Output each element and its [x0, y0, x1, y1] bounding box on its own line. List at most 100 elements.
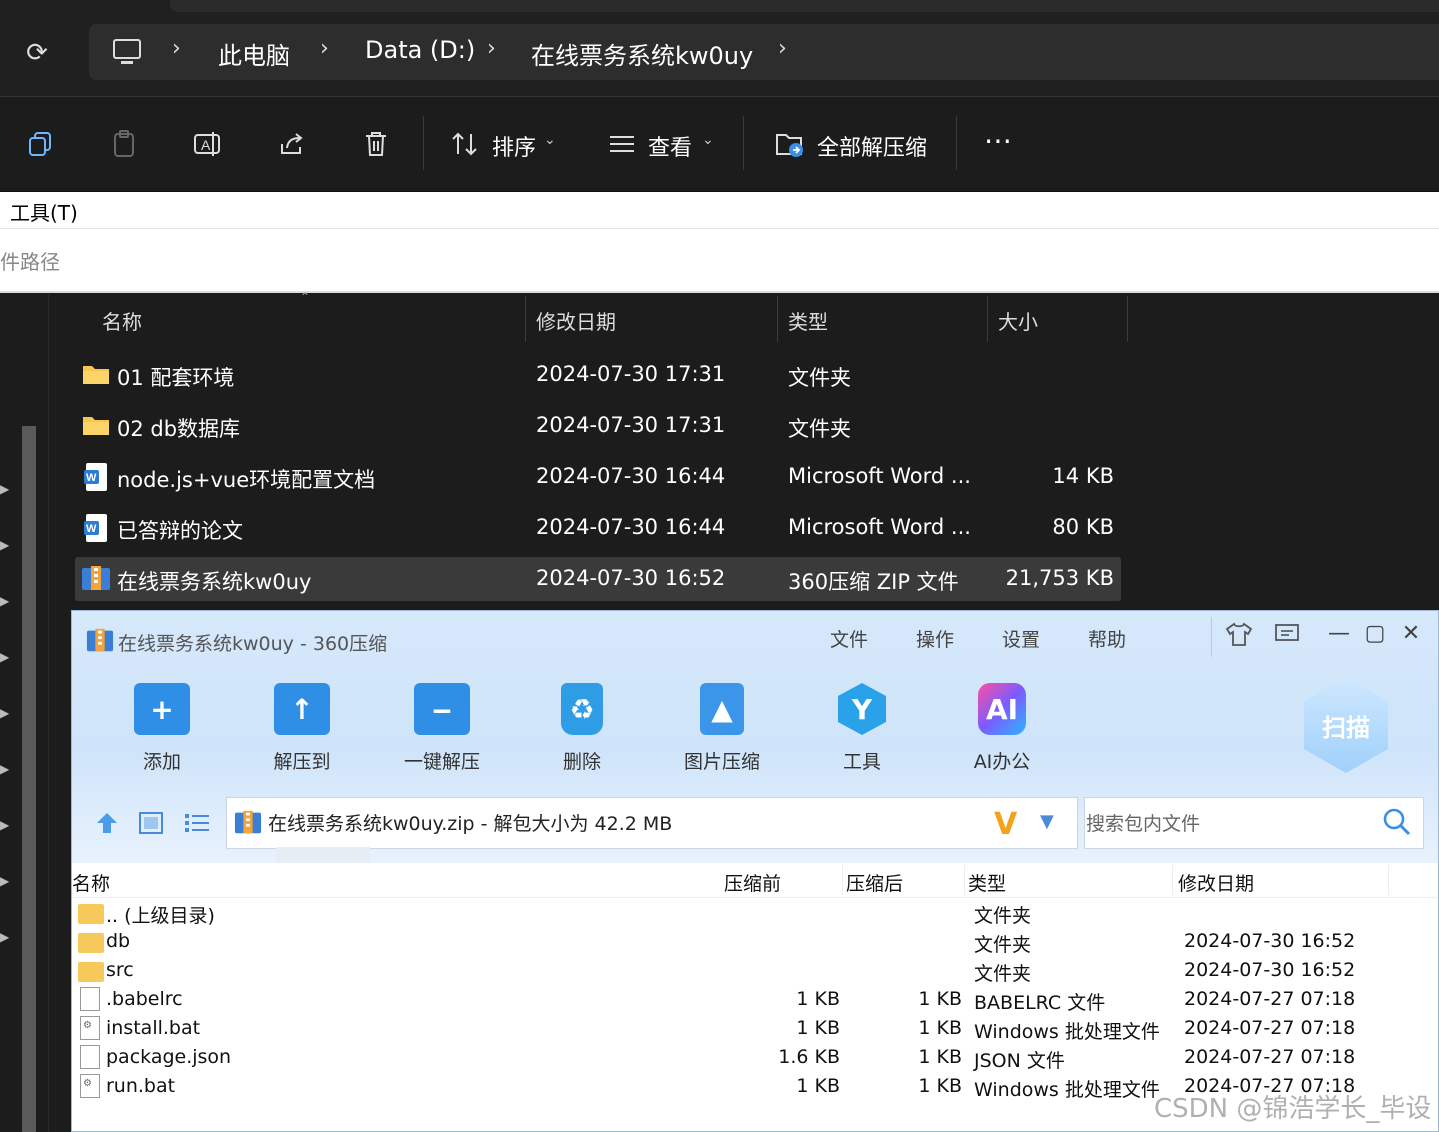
expand-arrow-icon[interactable]: ▶ [0, 930, 9, 944]
zip-menu-settings[interactable]: 设置 [1002, 625, 1040, 652]
file-name[interactable]: node.js+vue环境配置文档 [117, 464, 375, 494]
sort-icon[interactable] [447, 126, 483, 162]
zip-search-placeholder: 搜索包内文件 [1086, 813, 1201, 835]
column-header-type[interactable]: 类型 [788, 306, 828, 335]
zip-col-separator[interactable] [1172, 865, 1173, 895]
column-header-size[interactable]: 大小 [998, 306, 1038, 335]
search-icon[interactable] [1382, 807, 1412, 841]
paste-icon[interactable] [106, 126, 142, 162]
expand-arrow-icon[interactable]: ▶ [0, 818, 9, 832]
expand-arrow-icon[interactable]: ▶ [0, 538, 9, 552]
delete-button[interactable]: ♻ 删除 [527, 683, 637, 774]
toolbar-separator [956, 116, 957, 170]
chevron-right-icon[interactable]: › [778, 36, 787, 61]
breadcrumb-folder[interactable]: 在线票务系统kw0uy [531, 36, 753, 71]
breadcrumb-drive[interactable]: Data (D:) [365, 36, 475, 64]
zip-col-before[interactable]: 压缩前 [724, 869, 781, 896]
zip-menu-operation[interactable]: 操作 [916, 625, 954, 652]
folder-icon [78, 962, 104, 982]
menu-bar [0, 192, 1439, 229]
address-bar[interactable] [89, 24, 1439, 80]
image-compress-button[interactable]: ▲ 图片压缩 [667, 683, 777, 774]
zip-row-name[interactable]: run.bat [106, 1075, 175, 1097]
more-options-icon[interactable]: ⋯ [984, 124, 1012, 157]
column-separator[interactable] [1127, 296, 1128, 342]
zip-row-name[interactable]: .. (上级目录) [106, 901, 215, 928]
zip-col-separator[interactable] [842, 865, 843, 895]
sort-button[interactable]: 排序 [492, 130, 536, 162]
zip-row-date: 2024-07-27 07:18 [1184, 1046, 1356, 1068]
minimize-icon[interactable]: — [1322, 621, 1356, 646]
delete-label: 删除 [562, 751, 601, 773]
zip-row-name[interactable]: install.bat [106, 1017, 200, 1039]
file-type: 文件夹 [788, 366, 851, 390]
expand-arrow-icon[interactable]: ▶ [0, 482, 9, 496]
zip-menu-help[interactable]: 帮助 [1088, 625, 1126, 652]
extract-all-icon[interactable] [772, 126, 808, 162]
maximize-icon[interactable]: ▢ [1358, 621, 1392, 646]
expand-arrow-icon[interactable]: ▶ [0, 650, 9, 664]
up-level-icon[interactable] [94, 811, 120, 839]
extract-all-button[interactable]: 全部解压缩 [817, 130, 927, 162]
zip-col-separator[interactable] [964, 865, 965, 895]
file-name[interactable]: 在线票务系统kw0uy [117, 566, 311, 596]
zip-col-name[interactable]: 名称 [72, 869, 110, 896]
file-date: 2024-07-30 17:31 [536, 413, 726, 437]
refresh-icon[interactable]: ⟳ [18, 34, 56, 72]
column-separator[interactable] [987, 296, 988, 342]
copy-icon[interactable] [22, 126, 58, 162]
file-name[interactable]: 01 配套环境 [117, 362, 234, 392]
extract-to-button[interactable]: ↑ 解压到 [247, 683, 357, 774]
delete-icon[interactable] [358, 126, 394, 162]
folder-icon [78, 933, 104, 953]
add-button[interactable]: + 添加 [107, 683, 217, 774]
expand-arrow-icon[interactable]: ▶ [0, 706, 9, 720]
list-view-icon[interactable] [184, 812, 210, 838]
breadcrumb-this-pc[interactable]: 此电脑 [218, 36, 290, 71]
zip-col-after[interactable]: 压缩后 [846, 869, 903, 896]
zip-col-type[interactable]: 类型 [968, 869, 1006, 896]
share-icon[interactable] [274, 126, 310, 162]
tools-button[interactable]: Y 工具 [807, 683, 917, 774]
navigation-scrollbar[interactable] [22, 426, 36, 1132]
ai-office-button[interactable]: AI AI办公 [947, 683, 1057, 774]
zip-row-before: 1 KB [796, 988, 840, 1010]
vip-icon[interactable]: V [994, 807, 1017, 842]
thumbnail-view-icon[interactable] [139, 812, 163, 838]
expand-arrow-icon[interactable]: ▶ [0, 594, 9, 608]
one-click-extract-button[interactable]: ‒ 一键解压 [387, 683, 497, 774]
zip-col-separator[interactable] [1388, 865, 1389, 895]
file-name[interactable]: 已答辩的论文 [117, 515, 243, 545]
zip-row-type: JSON 文件 [974, 1050, 1065, 1072]
column-separator[interactable] [525, 296, 526, 342]
rename-icon[interactable]: A [190, 126, 226, 162]
zip-row-before: 1 KB [796, 1017, 840, 1039]
chevron-down-icon[interactable]: ⌄ [702, 132, 714, 148]
dropdown-arrow-icon[interactable]: ▼ [1040, 811, 1054, 832]
menu-tools[interactable]: 工具(T) [10, 197, 78, 226]
expand-arrow-icon[interactable]: ▶ [0, 874, 9, 888]
computer-icon[interactable] [112, 38, 142, 70]
word-doc-icon: W [83, 462, 109, 496]
path-placeholder: 件路径 [0, 250, 60, 274]
column-header-date[interactable]: 修改日期 [536, 306, 616, 335]
column-separator[interactable] [777, 296, 778, 342]
zip-menu-file[interactable]: 文件 [830, 625, 868, 652]
zip-col-date[interactable]: 修改日期 [1178, 869, 1254, 896]
chevron-down-icon[interactable]: ⌄ [544, 132, 556, 148]
path-input[interactable] [0, 229, 1439, 293]
zip-row[interactable] [72, 899, 1438, 928]
column-header-name[interactable]: 名称 [102, 306, 142, 335]
zip-row-name[interactable]: package.json [106, 1046, 231, 1068]
file-icon [80, 1045, 100, 1069]
view-button[interactable]: 查看 [648, 130, 692, 162]
file-name[interactable]: 02 db数据库 [117, 413, 240, 443]
feedback-icon[interactable] [1270, 621, 1304, 653]
zip-row-name[interactable]: .babelrc [106, 988, 183, 1010]
close-icon[interactable]: ✕ [1394, 621, 1428, 646]
zip-row-name[interactable]: src [106, 959, 134, 981]
skin-icon[interactable] [1222, 621, 1256, 653]
zip-row-name[interactable]: db [106, 930, 130, 952]
expand-arrow-icon[interactable]: ▶ [0, 762, 9, 776]
view-icon[interactable] [604, 126, 640, 162]
